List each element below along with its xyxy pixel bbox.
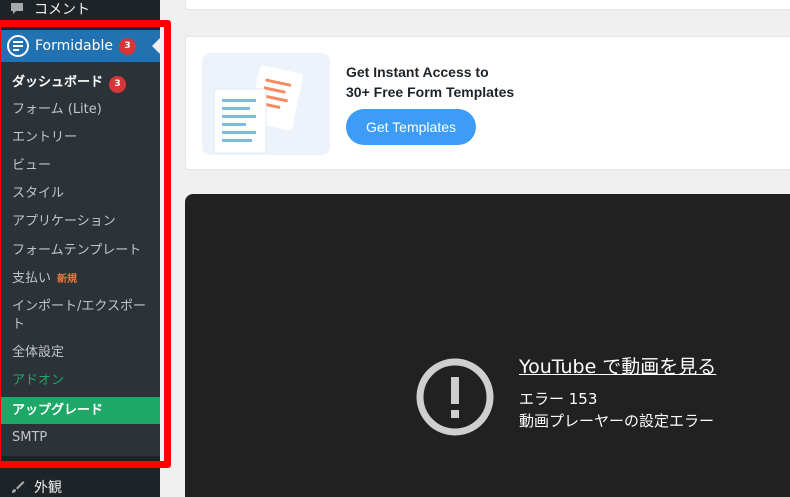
- menu-item-appearance[interactable]: 外観: [0, 472, 160, 497]
- dashboard-count-badge: 3: [109, 75, 127, 93]
- promo-title-line1: Get Instant Access to: [346, 64, 489, 80]
- submenu-form-templates[interactable]: フォームテンプレート: [0, 242, 160, 260]
- submenu-dashboard-label: ダッシュボード: [12, 75, 104, 90]
- promo-title: Get Instant Access to 30+ Free Form Temp…: [346, 62, 606, 102]
- error-alert-icon: [416, 358, 494, 436]
- templates-promo-card: Get Instant Access to 30+ Free Form Temp…: [185, 36, 790, 170]
- submenu-import-export[interactable]: インポート/エクスポート: [0, 298, 158, 334]
- new-tag: 新規: [57, 274, 78, 285]
- get-templates-button[interactable]: Get Templates: [346, 109, 476, 145]
- comment-icon: [0, 1, 34, 17]
- youtube-embed: YouTube で動画を見る エラー 153 動画プレーヤーの設定エラー: [185, 194, 790, 497]
- submenu-payments[interactable]: 支払い 新規: [0, 270, 160, 289]
- submenu-forms[interactable]: フォーム (Lite): [0, 101, 160, 119]
- submenu-dashboard[interactable]: ダッシュボード 3: [0, 74, 160, 93]
- menu-label-comments: コメント: [34, 2, 90, 18]
- current-menu-arrow-icon: [152, 38, 160, 54]
- submenu-addons[interactable]: アドオン: [0, 372, 160, 390]
- formidable-submenu: ダッシュボード 3 フォーム (Lite) エントリー ビュー スタイル アプリケ…: [0, 62, 160, 456]
- error-message: 動画プレーヤーの設定エラー: [519, 412, 715, 430]
- paintbrush-icon: [0, 479, 34, 495]
- submenu-entries[interactable]: エントリー: [0, 129, 160, 147]
- top-card: [185, 0, 790, 10]
- formidable-logo-icon: [7, 35, 29, 57]
- formidable-count-badge: 3: [119, 37, 137, 55]
- menu-item-formidable[interactable]: Formidable 3: [0, 30, 160, 62]
- submenu-styles[interactable]: スタイル: [0, 185, 160, 203]
- admin-sidebar: コメント Formidable 3 ダッシュボード 3 フォーム (Lite) エ…: [0, 0, 160, 497]
- promo-title-line2: 30+ Free Form Templates: [346, 84, 515, 100]
- menu-item-comments[interactable]: コメント: [0, 0, 160, 24]
- error-code: エラー 153: [519, 390, 598, 408]
- menu-label-formidable: Formidable: [35, 38, 114, 54]
- submenu-smtp[interactable]: SMTP: [0, 429, 160, 447]
- menu-label-appearance: 外観: [34, 480, 62, 496]
- submenu-views[interactable]: ビュー: [0, 157, 160, 175]
- watch-on-youtube-link[interactable]: YouTube で動画を見る: [519, 352, 716, 379]
- submenu-payments-label: 支払い: [12, 271, 52, 286]
- submenu-applications[interactable]: アプリケーション: [0, 213, 160, 231]
- submenu-upgrade[interactable]: アップグレード: [0, 397, 160, 424]
- submenu-global-settings[interactable]: 全体設定: [0, 344, 160, 362]
- templates-illustration: [202, 53, 330, 155]
